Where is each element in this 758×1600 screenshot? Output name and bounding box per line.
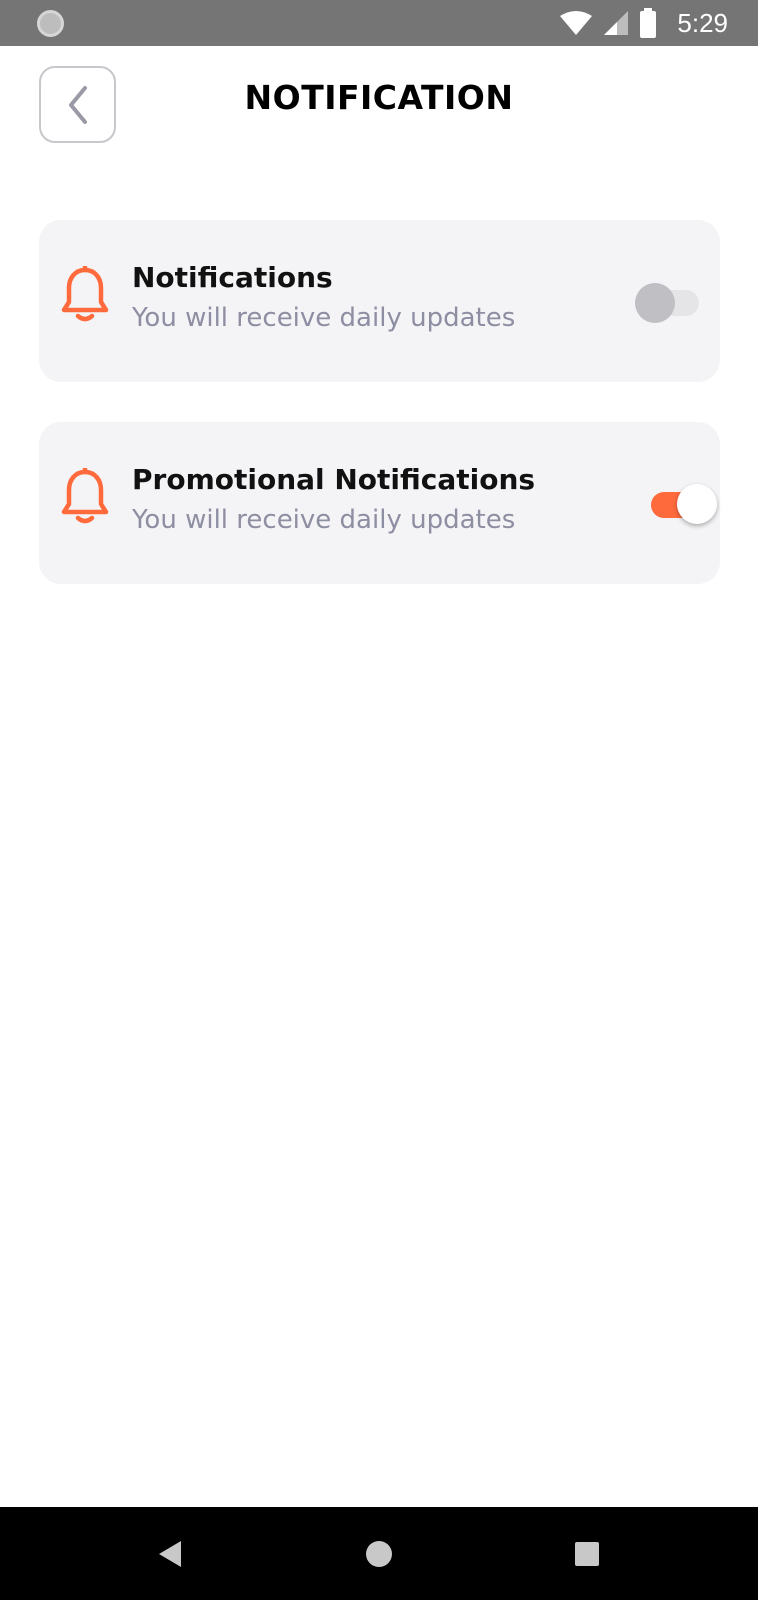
setting-title: Notifications (132, 261, 333, 294)
setting-subtitle: You will receive daily updates (132, 303, 516, 333)
toggle-thumb (677, 484, 717, 524)
sync-indicator-icon (37, 10, 64, 37)
status-icons: 5:29 (559, 0, 728, 46)
promotional-notifications-toggle[interactable] (651, 484, 717, 526)
back-triangle-icon (159, 1541, 181, 1567)
battery-icon (640, 8, 657, 38)
bell-icon (61, 468, 109, 524)
recents-square-icon (575, 1542, 599, 1566)
setting-title: Promotional Notifications (132, 463, 536, 496)
notifications-setting-card: Notifications You will receive daily upd… (39, 220, 720, 382)
bell-icon (61, 266, 109, 322)
clock-time: 5:29 (677, 7, 728, 38)
page-title: NOTIFICATION (244, 78, 514, 117)
nav-back-button[interactable] (152, 1536, 188, 1572)
notification-settings-screen: 5:29 NOTIFICATION Notifications You will… (0, 0, 758, 1600)
wifi-icon (560, 11, 593, 35)
status-bar: 5:29 (0, 0, 758, 46)
toggle-thumb (635, 283, 675, 323)
home-circle-icon (366, 1541, 392, 1567)
notifications-toggle[interactable] (635, 282, 701, 324)
nav-home-button[interactable] (361, 1536, 397, 1572)
setting-subtitle: You will receive daily updates (132, 505, 516, 535)
nav-recents-button[interactable] (569, 1536, 605, 1572)
cellular-signal-icon (604, 11, 629, 35)
promotional-notifications-setting-card: Promotional Notifications You will recei… (39, 422, 720, 584)
system-navigation-bar (0, 1507, 758, 1600)
